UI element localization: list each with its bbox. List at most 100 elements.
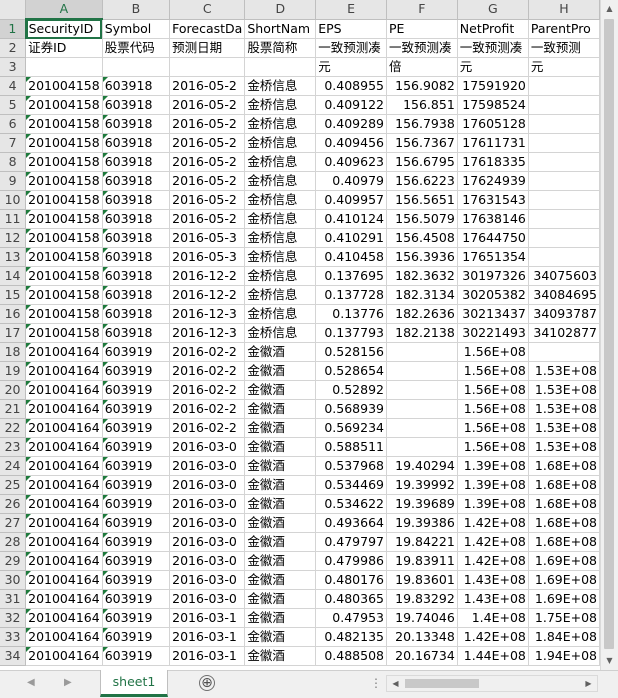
row-header[interactable]: 28: [0, 532, 27, 552]
cell[interactable]: 603918: [102, 152, 171, 172]
cell[interactable]: 2016-02-2: [169, 342, 246, 362]
cell[interactable]: 2016-03-0: [169, 437, 246, 457]
cell[interactable]: 156.6223: [386, 171, 458, 191]
cell[interactable]: 20.13348: [386, 627, 458, 647]
cell[interactable]: 0.409623: [315, 152, 387, 172]
cell[interactable]: 2016-03-0: [169, 570, 246, 590]
row-header[interactable]: 1: [0, 19, 27, 39]
cell[interactable]: 201004164: [25, 646, 103, 666]
cell[interactable]: 0.528156: [315, 342, 387, 362]
cell[interactable]: 201004158: [25, 323, 103, 343]
row-header[interactable]: 12: [0, 228, 27, 248]
cell[interactable]: 金徽酒: [244, 646, 317, 666]
cell[interactable]: 2016-03-0: [169, 456, 246, 476]
cell[interactable]: 股票代码: [102, 38, 171, 58]
cell[interactable]: 2016-05-2: [169, 171, 246, 191]
cell[interactable]: 元: [457, 57, 529, 77]
cell[interactable]: 1.68E+08: [528, 513, 600, 533]
cell[interactable]: 156.5079: [386, 209, 458, 229]
cell[interactable]: 金徽酒: [244, 399, 317, 419]
cell[interactable]: [25, 57, 103, 77]
cell[interactable]: 1.68E+08: [528, 475, 600, 495]
row-header[interactable]: 34: [0, 646, 27, 666]
cell[interactable]: 156.6795: [386, 152, 458, 172]
cell[interactable]: 17611731: [457, 133, 529, 153]
cell[interactable]: [528, 95, 600, 115]
cell[interactable]: 1.53E+08: [528, 418, 600, 438]
cell[interactable]: 一致预测凑: [315, 38, 387, 58]
column-header[interactable]: C: [169, 0, 246, 20]
column-header[interactable]: A: [25, 0, 103, 20]
cell[interactable]: 201004164: [25, 551, 103, 571]
cell[interactable]: 1.56E+08: [457, 361, 529, 381]
row-header[interactable]: 15: [0, 285, 27, 305]
cell[interactable]: 201004164: [25, 608, 103, 628]
cell[interactable]: 0.588511: [315, 437, 387, 457]
cell[interactable]: 0.534469: [315, 475, 387, 495]
row-header[interactable]: 30: [0, 570, 27, 590]
cell[interactable]: 182.3632: [386, 266, 458, 286]
cell[interactable]: 金徽酒: [244, 513, 317, 533]
cell[interactable]: 1.56E+08: [457, 380, 529, 400]
cell[interactable]: 2016-02-2: [169, 361, 246, 381]
cell[interactable]: 2016-03-1: [169, 608, 246, 628]
cell[interactable]: [244, 57, 317, 77]
cell[interactable]: 0.480365: [315, 589, 387, 609]
cell[interactable]: 17598524: [457, 95, 529, 115]
cell[interactable]: 0.137728: [315, 285, 387, 305]
cell[interactable]: 201004158: [25, 266, 103, 286]
cell[interactable]: 17624939: [457, 171, 529, 191]
cell[interactable]: 股票简称: [244, 38, 317, 58]
cell[interactable]: [528, 76, 600, 96]
cell[interactable]: [386, 361, 458, 381]
next-sheet-arrow-icon[interactable]: ▶: [64, 677, 72, 688]
row-header[interactable]: 33: [0, 627, 27, 647]
cell[interactable]: 1.43E+08: [457, 589, 529, 609]
cell[interactable]: 34075603: [528, 266, 600, 286]
vertical-scrollbar[interactable]: ▲ ▼: [600, 0, 618, 670]
cell[interactable]: [386, 437, 458, 457]
cell[interactable]: [386, 399, 458, 419]
row-header[interactable]: 14: [0, 266, 27, 286]
cell[interactable]: 金桥信息: [244, 323, 317, 343]
cell[interactable]: ForecastDa: [169, 19, 246, 39]
cell[interactable]: 603919: [102, 475, 171, 495]
cell[interactable]: 201004158: [25, 152, 103, 172]
cell[interactable]: 金徽酒: [244, 361, 317, 381]
row-header[interactable]: 24: [0, 456, 27, 476]
cell[interactable]: 1.42E+08: [457, 627, 529, 647]
cell[interactable]: 0.482135: [315, 627, 387, 647]
cell[interactable]: 30221493: [457, 323, 529, 343]
cell[interactable]: [386, 418, 458, 438]
cell[interactable]: 1.69E+08: [528, 589, 600, 609]
cell[interactable]: 2016-05-2: [169, 76, 246, 96]
cell[interactable]: 2016-03-0: [169, 494, 246, 514]
cell[interactable]: 201004164: [25, 532, 103, 552]
row-header[interactable]: 5: [0, 95, 27, 115]
cell[interactable]: 2016-05-2: [169, 133, 246, 153]
cell[interactable]: 603918: [102, 228, 171, 248]
cell[interactable]: 0.568939: [315, 399, 387, 419]
cell[interactable]: 0.40979: [315, 171, 387, 191]
cell[interactable]: 603919: [102, 494, 171, 514]
cell[interactable]: 2016-03-0: [169, 589, 246, 609]
cell[interactable]: 603919: [102, 608, 171, 628]
cell[interactable]: 2016-05-2: [169, 114, 246, 134]
tab-split-handle-icon[interactable]: ⋮: [370, 676, 382, 690]
cell[interactable]: 0.480176: [315, 570, 387, 590]
cell[interactable]: 金桥信息: [244, 152, 317, 172]
cell[interactable]: 0.408955: [315, 76, 387, 96]
row-header[interactable]: 29: [0, 551, 27, 571]
cell[interactable]: 182.3134: [386, 285, 458, 305]
cell[interactable]: 金桥信息: [244, 114, 317, 134]
cell[interactable]: 201004158: [25, 76, 103, 96]
column-header[interactable]: H: [528, 0, 600, 20]
scroll-up-arrow-icon[interactable]: ▲: [601, 0, 618, 17]
row-header[interactable]: 6: [0, 114, 27, 134]
cell[interactable]: 0.47953: [315, 608, 387, 628]
row-header[interactable]: 13: [0, 247, 27, 267]
cell[interactable]: [528, 114, 600, 134]
cell[interactable]: 156.851: [386, 95, 458, 115]
cell[interactable]: 603919: [102, 437, 171, 457]
cell[interactable]: SecurityID: [25, 19, 103, 39]
